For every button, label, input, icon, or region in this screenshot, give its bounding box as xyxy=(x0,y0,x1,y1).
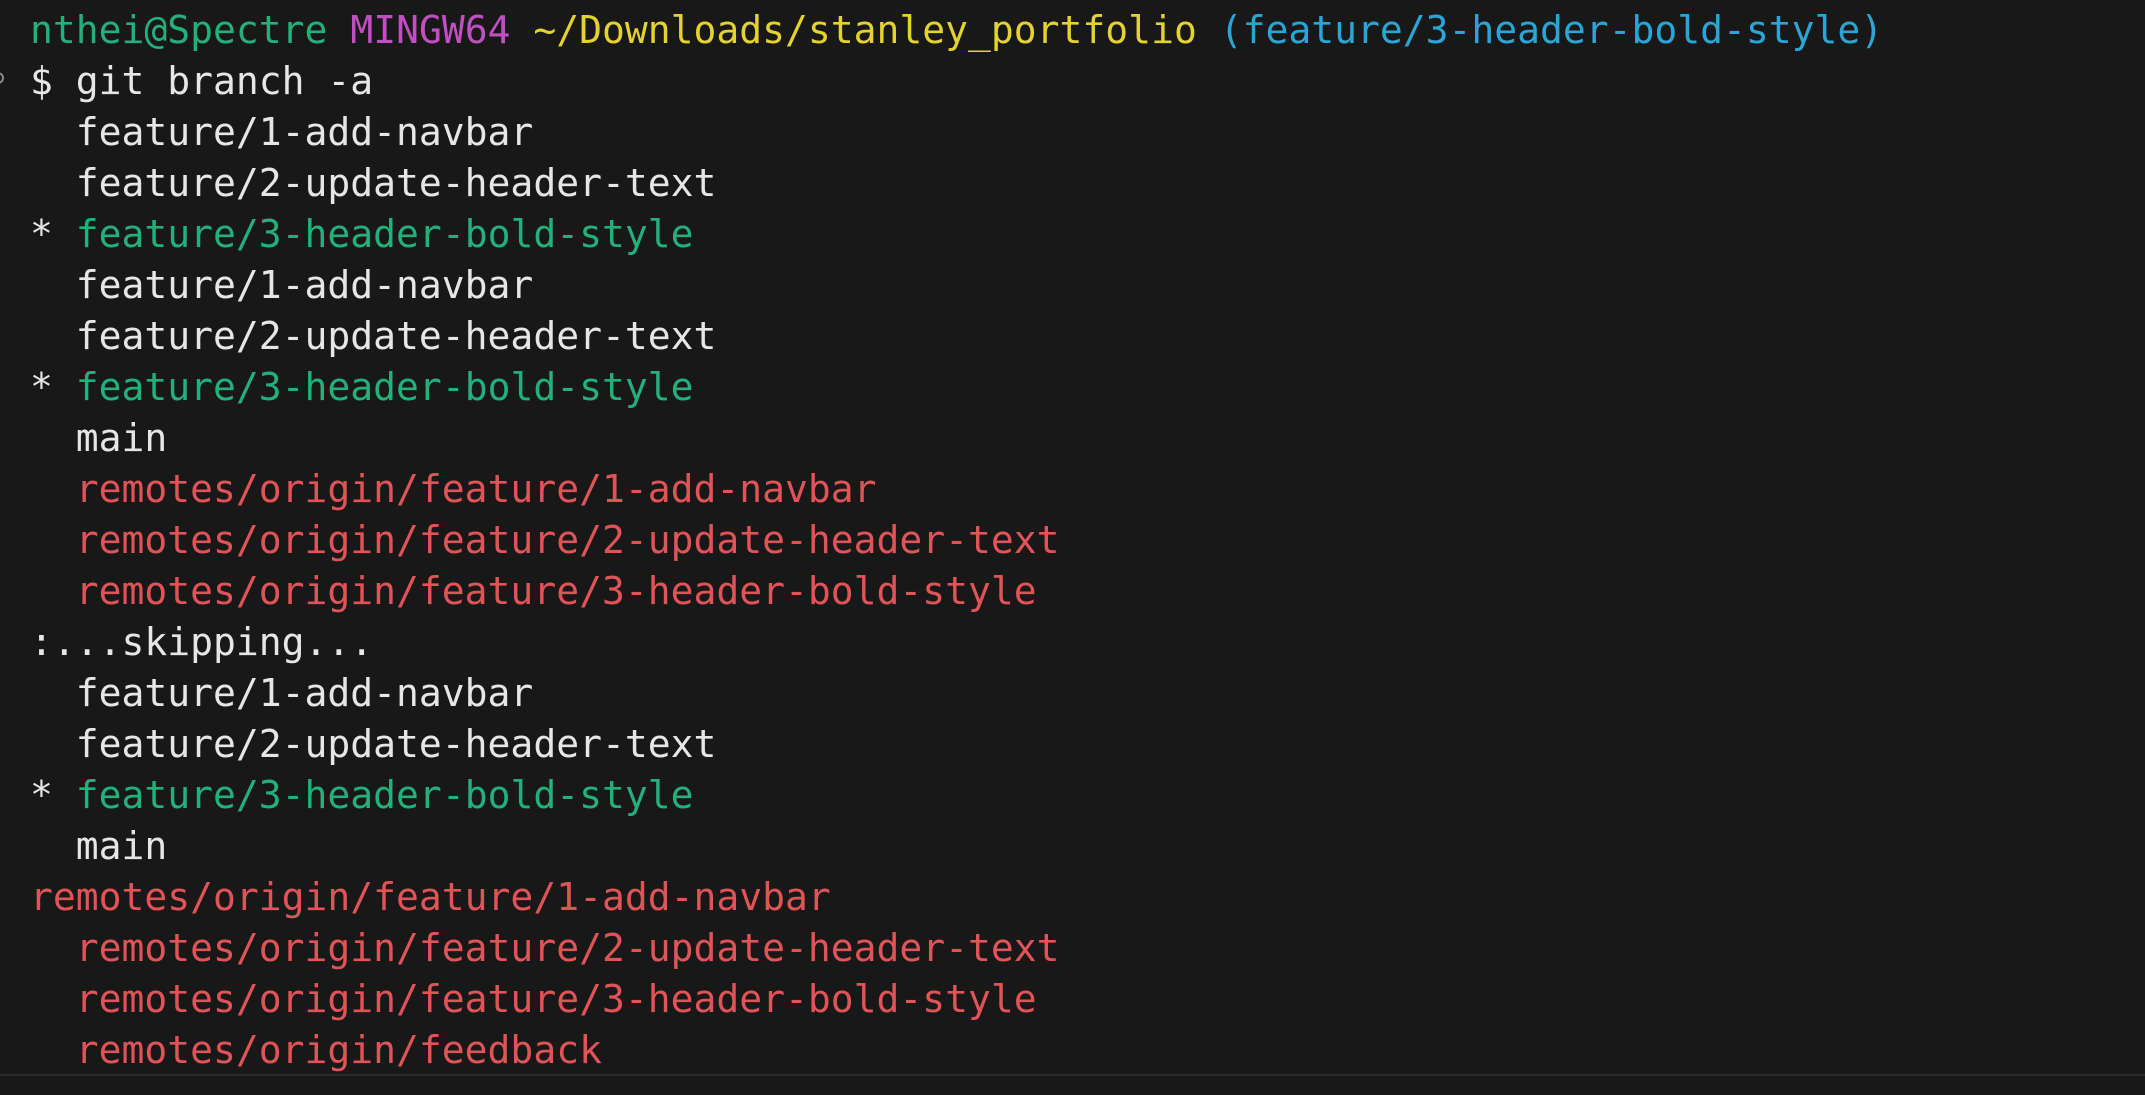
branch-line-local: feature/2-update-header-text xyxy=(30,161,717,205)
branch-line-remote: remotes/origin/feature/3-header-bold-sty… xyxy=(30,977,1037,1021)
current-branch-name: feature/3-header-bold-style xyxy=(75,773,694,817)
branch-line-remote: remotes/origin/feature/2-update-header-t… xyxy=(30,926,1060,970)
branch-line-remote: remotes/origin/feature/2-update-header-t… xyxy=(30,518,1060,562)
current-branch-marker: * xyxy=(30,773,76,817)
branch-line-remote: remotes/origin/feature/1-add-navbar xyxy=(30,875,831,919)
prompt-user-host: nthei@Spectre xyxy=(30,8,328,52)
branch-line-local: feature/2-update-header-text xyxy=(30,314,717,358)
terminal-bottom-border xyxy=(0,1074,2145,1076)
branch-line-local: feature/1-add-navbar xyxy=(30,671,534,715)
pager-status-line: :...skipping... xyxy=(30,620,374,664)
branch-line-local: feature/1-add-navbar xyxy=(30,263,534,307)
branch-line-remote: remotes/origin/feature/1-add-navbar xyxy=(30,467,877,511)
current-branch-name: feature/3-header-bold-style xyxy=(75,212,694,256)
current-branch-marker: * xyxy=(30,212,76,256)
prompt-line: nthei@Spectre MINGW64 ~/Downloads/stanle… xyxy=(30,5,1883,56)
branch-line-remote: remotes/origin/feedback xyxy=(30,1028,602,1072)
prompt-git-branch: (feature/3-header-bold-style) xyxy=(1219,8,1884,52)
current-branch-name: feature/3-header-bold-style xyxy=(75,365,694,409)
command-line: $ git branch -a xyxy=(30,59,374,103)
prompt-shell: MINGW64 xyxy=(350,8,511,52)
terminal-window[interactable]: nthei@Spectre MINGW64 ~/Downloads/stanle… xyxy=(0,0,2145,1095)
branch-line-current: * feature/3-header-bold-style xyxy=(30,209,693,260)
current-branch-marker: * xyxy=(30,365,76,409)
branch-line-current: * feature/3-header-bold-style xyxy=(30,362,693,413)
branch-line-local: main xyxy=(30,416,168,460)
branch-line-local: feature/2-update-header-text xyxy=(30,722,717,766)
prompt-path: ~/Downloads/stanley_portfolio xyxy=(533,8,1197,52)
branch-line-remote: remotes/origin/feature/3-header-bold-sty… xyxy=(30,569,1037,613)
branch-line-current: * feature/3-header-bold-style xyxy=(30,770,693,821)
command-decoration-icon[interactable] xyxy=(0,72,4,84)
branch-line-local: main xyxy=(30,824,168,868)
branch-line-local: feature/1-add-navbar xyxy=(30,110,534,154)
